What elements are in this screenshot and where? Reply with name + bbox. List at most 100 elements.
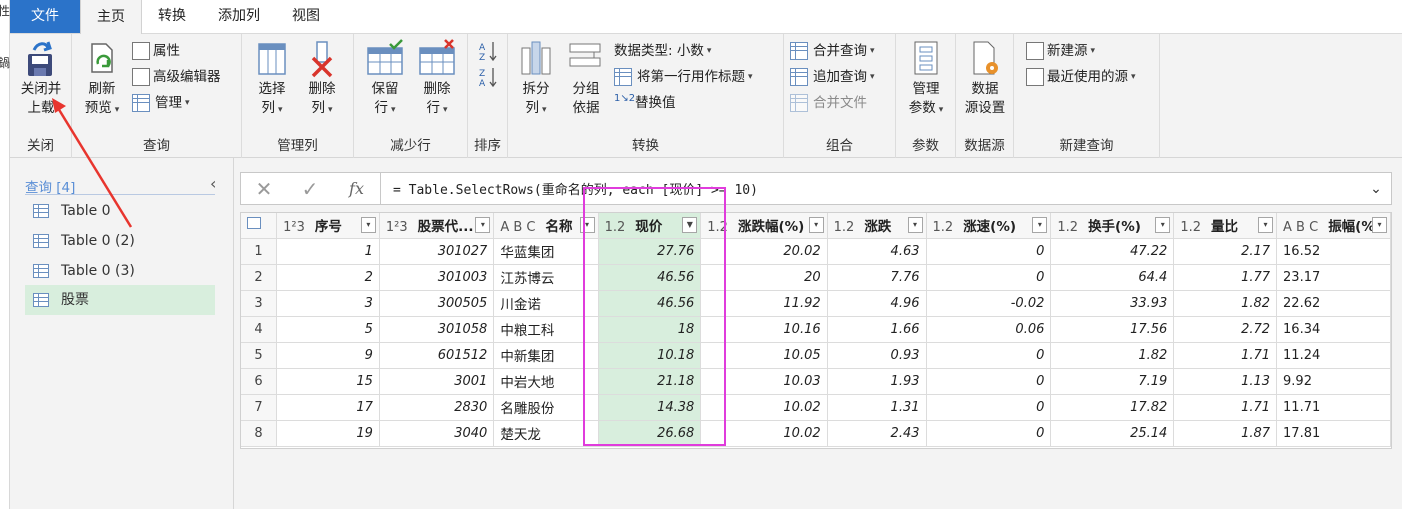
table-cell[interactable]: 2 (276, 264, 380, 291)
query-item-table-0-2[interactable]: Table 0 (2) (25, 226, 215, 256)
column-dropdown-icon[interactable]: ▾ (360, 217, 376, 233)
table-cell[interactable]: 16.34 (1276, 316, 1391, 343)
column-header-3[interactable]: A B C 名称 ▾ (493, 213, 599, 239)
combine-files-button[interactable]: 合并文件 (790, 92, 867, 114)
table-cell[interactable]: 10.02 (700, 420, 828, 447)
column-type-icon[interactable]: 1.2 (707, 220, 728, 235)
tab-transform[interactable]: 转换 (142, 0, 202, 33)
table-cell[interactable]: 9.92 (1276, 368, 1391, 395)
formula-input[interactable]: = Table.SelectRows(重命名的列, each [现价] >= 1… (381, 179, 1361, 198)
replace-values-button[interactable]: 1↘2 替换值 (614, 92, 676, 114)
table-cell[interactable]: 25.14 (1050, 420, 1175, 447)
table-cell[interactable]: 10.18 (598, 342, 702, 369)
table-cell[interactable]: 0.93 (827, 342, 927, 369)
table-cell[interactable]: 3001 (379, 368, 495, 395)
table-cell[interactable]: 15 (276, 368, 380, 395)
column-dropdown-icon[interactable]: ▾ (1258, 217, 1274, 233)
table-cell[interactable]: 4.96 (827, 290, 927, 317)
properties-button[interactable]: 属性 (132, 40, 180, 62)
table-cell[interactable]: 0.06 (926, 316, 1052, 343)
table-cell[interactable]: 18 (598, 316, 702, 343)
column-type-icon[interactable]: A B C (500, 220, 535, 235)
collapse-pane-icon[interactable]: ‹ (210, 174, 216, 193)
row-number[interactable]: 1 (241, 238, 278, 265)
table-cell[interactable]: 27.76 (598, 238, 702, 265)
select-all-corner[interactable] (241, 213, 278, 239)
table-cell[interactable]: 16.52 (1276, 238, 1391, 265)
group-by-button[interactable]: 分组 依据 (564, 38, 608, 118)
column-type-icon[interactable]: 1.2 (605, 220, 626, 235)
table-cell[interactable]: 华蓝集团 (493, 238, 599, 265)
choose-columns-button[interactable]: 选择 列 ▾ (248, 38, 296, 120)
table-cell[interactable]: 33.93 (1050, 290, 1175, 317)
column-type-icon[interactable]: A B C (1283, 220, 1318, 235)
table-cell[interactable]: 46.56 (598, 290, 702, 317)
column-dropdown-icon[interactable]: ▾ (1032, 217, 1048, 233)
table-cell[interactable]: 1.87 (1173, 420, 1278, 447)
sort-ascending-button[interactable]: A Z (478, 40, 498, 63)
column-header-7[interactable]: 1.2 涨速(%) ▾ (926, 213, 1052, 239)
table-cell[interactable]: 21.18 (598, 368, 702, 395)
table-cell[interactable]: 10.02 (700, 394, 828, 421)
table-cell[interactable]: 22.62 (1276, 290, 1391, 317)
table-cell[interactable]: 0 (926, 238, 1052, 265)
table-cell[interactable]: 名雕股份 (493, 394, 599, 421)
expand-formula-icon[interactable]: ⌄ (1361, 181, 1391, 197)
column-header-2[interactable]: 1²3 股票代... ▾ (379, 213, 495, 239)
table-cell[interactable]: 1.71 (1173, 394, 1278, 421)
table-cell[interactable]: 7.19 (1050, 368, 1175, 395)
table-cell[interactable]: 川金诺 (493, 290, 599, 317)
column-header-6[interactable]: 1.2 涨跌 ▾ (827, 213, 927, 239)
table-cell[interactable]: 0 (926, 264, 1052, 291)
refresh-preview-button[interactable]: 刷新 预览 ▾ (80, 38, 124, 120)
table-cell[interactable]: 3040 (379, 420, 495, 447)
row-number[interactable]: 6 (241, 368, 278, 395)
table-cell[interactable]: 301027 (379, 238, 495, 265)
table-cell[interactable]: 3 (276, 290, 380, 317)
row-number[interactable]: 3 (241, 290, 278, 317)
column-type-icon[interactable]: 1²3 (386, 220, 408, 235)
new-source-button[interactable]: 新建源 ▾ (1026, 40, 1095, 62)
table-cell[interactable]: 0 (926, 394, 1052, 421)
keep-rows-button[interactable]: 保留 行 ▾ (360, 38, 410, 120)
data-source-settings-button[interactable]: 数据 源设置 (960, 38, 1010, 118)
tab-home[interactable]: 主页 (80, 0, 142, 34)
remove-rows-button[interactable]: 删除 行 ▾ (412, 38, 462, 120)
column-header-5[interactable]: 1.2 涨跌幅(%) ▾ (700, 213, 828, 239)
table-cell[interactable]: 10.16 (700, 316, 828, 343)
table-cell[interactable]: 中岩大地 (493, 368, 599, 395)
table-cell[interactable]: 中粮工科 (493, 316, 599, 343)
table-cell[interactable]: 2.17 (1173, 238, 1278, 265)
table-cell[interactable]: 11.24 (1276, 342, 1391, 369)
table-cell[interactable]: 11.92 (700, 290, 828, 317)
table-cell[interactable]: -0.02 (926, 290, 1052, 317)
column-type-icon[interactable]: 1.2 (1057, 220, 1078, 235)
table-cell[interactable]: 300505 (379, 290, 495, 317)
table-cell[interactable]: 1.93 (827, 368, 927, 395)
table-cell[interactable]: 17 (276, 394, 380, 421)
table-cell[interactable]: 301058 (379, 316, 495, 343)
close-and-load-button[interactable]: 关闭并 上载 (14, 38, 68, 118)
column-dropdown-icon[interactable]: ▾ (907, 217, 923, 233)
table-cell[interactable]: 0 (926, 368, 1052, 395)
table-cell[interactable]: 2.72 (1173, 316, 1278, 343)
column-header-10[interactable]: A B C 振幅(%) ▾ (1276, 213, 1391, 239)
table-cell[interactable]: 601512 (379, 342, 495, 369)
filter-icon[interactable]: ▼ (682, 217, 698, 233)
tab-view[interactable]: 视图 (276, 0, 336, 33)
table-cell[interactable]: 10.03 (700, 368, 828, 395)
tab-add-column[interactable]: 添加列 (202, 0, 276, 33)
table-cell[interactable]: 2.43 (827, 420, 927, 447)
table-cell[interactable]: 17.82 (1050, 394, 1175, 421)
column-dropdown-icon[interactable]: ▾ (475, 217, 491, 233)
table-cell[interactable]: 1.71 (1173, 342, 1278, 369)
table-cell[interactable]: 2830 (379, 394, 495, 421)
table-cell[interactable]: 1.13 (1173, 368, 1278, 395)
row-number[interactable]: 7 (241, 394, 278, 421)
query-item-table-0[interactable]: Table 0 (25, 196, 215, 226)
table-cell[interactable]: 1.66 (827, 316, 927, 343)
column-dropdown-icon[interactable]: ▾ (808, 217, 824, 233)
table-cell[interactable]: 17.81 (1276, 420, 1391, 447)
table-cell[interactable]: 47.22 (1050, 238, 1175, 265)
manage-parameters-button[interactable]: 管理 参数 ▾ (902, 38, 950, 120)
